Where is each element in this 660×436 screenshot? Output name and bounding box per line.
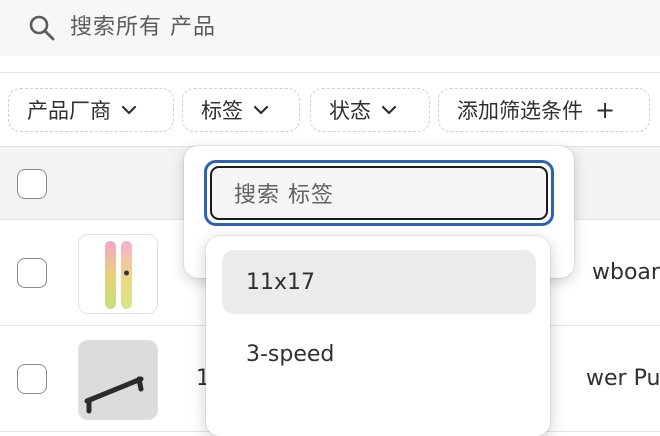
product-search-bar[interactable]: 搜索所有 产品 <box>0 0 660 56</box>
filter-vendor-label: 产品厂商 <box>27 99 111 123</box>
tag-option-label: 3-speed <box>246 341 335 367</box>
select-all-checkbox[interactable] <box>17 169 47 199</box>
filter-vendor-button[interactable]: 产品厂商 <box>8 88 174 132</box>
chevron-down-icon <box>253 105 269 115</box>
filter-status-button[interactable]: 状态 <box>310 88 430 132</box>
product-thumbnail <box>78 340 158 420</box>
tag-options-dropdown: 11x17 3-speed <box>206 236 550 436</box>
row-checkbox[interactable] <box>17 258 47 288</box>
chevron-down-icon <box>121 105 137 115</box>
row-checkbox[interactable] <box>17 364 47 394</box>
product-thumbnail <box>78 234 158 314</box>
add-filter-button[interactable]: 添加筛选条件 + <box>438 88 650 132</box>
search-input-placeholder[interactable]: 搜索所有 产品 <box>70 14 216 42</box>
tag-search-focus-ring: 搜索 标签 <box>204 160 554 226</box>
product-title[interactable]: wboard <box>592 260 660 285</box>
tag-option[interactable]: 11x17 <box>222 250 536 314</box>
tag-option[interactable]: 3-speed <box>222 322 536 386</box>
tag-search-input[interactable]: 搜索 标签 <box>210 166 548 220</box>
chevron-down-icon <box>381 105 397 115</box>
product-title[interactable]: wer Pull <box>586 366 660 391</box>
tag-search-placeholder: 搜索 标签 <box>234 183 334 208</box>
search-icon <box>29 15 55 41</box>
tag-option-label: 11x17 <box>246 269 316 295</box>
add-filter-label: 添加筛选条件 <box>457 99 583 123</box>
filter-tags-label: 标签 <box>201 99 243 123</box>
filter-tags-button[interactable]: 标签 <box>182 88 300 132</box>
plus-icon: + <box>595 96 616 124</box>
snowboard-image <box>105 241 132 309</box>
pull-handle-image <box>84 376 144 414</box>
divider <box>0 72 660 73</box>
filter-status-label: 状态 <box>329 99 371 123</box>
